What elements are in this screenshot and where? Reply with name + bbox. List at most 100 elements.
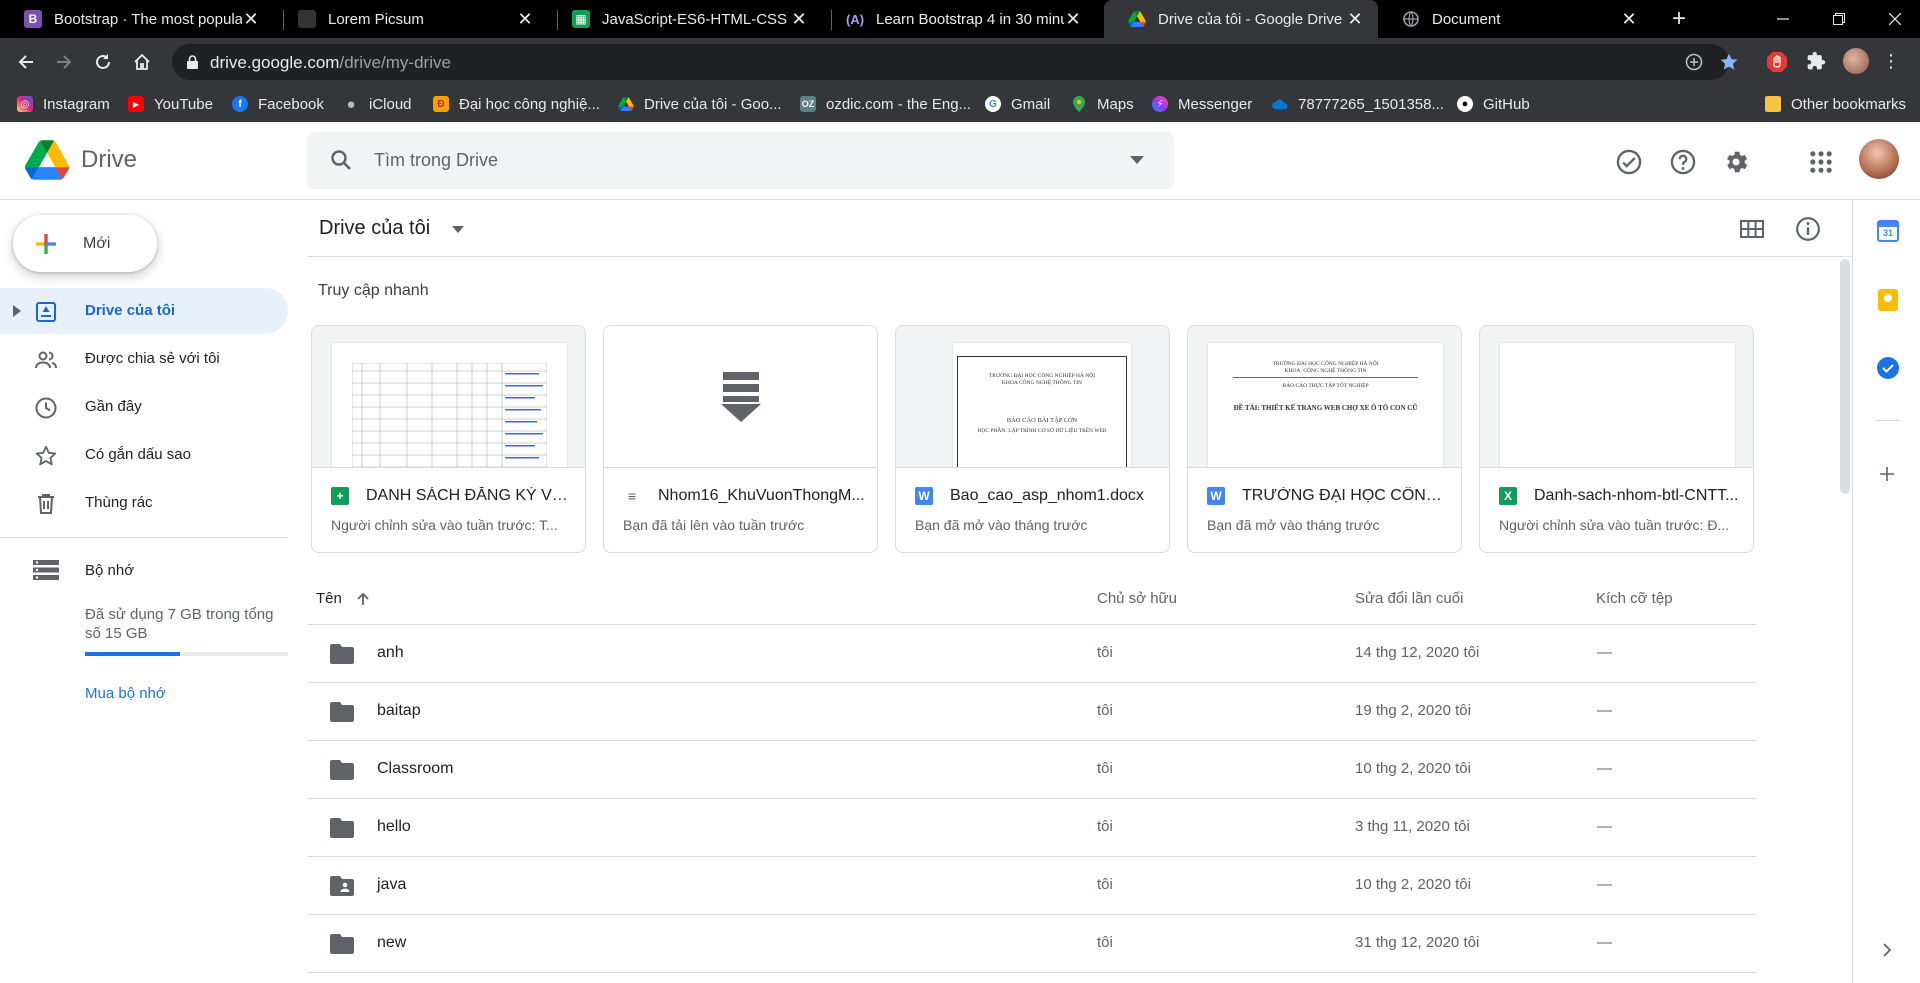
file-row[interactable]: java tôi 10 thg 2, 2020 tôi — xyxy=(307,857,1757,915)
browser-tab-drive[interactable]: Drive của tôi - Google Drive ✕ xyxy=(1104,0,1378,38)
offline-status-icon[interactable] xyxy=(1615,148,1643,176)
storage-label[interactable]: Bộ nhớ xyxy=(85,562,134,579)
account-avatar[interactable] xyxy=(1859,139,1899,179)
nav-my-drive[interactable]: Drive của tôi xyxy=(0,288,288,334)
browser-tab-bootstrap[interactable]: B Bootstrap · The most popular H ✕ xyxy=(0,0,274,38)
settings-gear-icon[interactable] xyxy=(1722,148,1750,176)
nav-recent[interactable]: Gần đây xyxy=(0,384,288,430)
drive-logo-icon[interactable] xyxy=(25,140,69,180)
browser-menu-icon[interactable]: ⋮ xyxy=(1882,50,1900,72)
browser-tab-learn-bootstrap[interactable]: (A) Learn Bootstrap 4 in 30 minute ✕ xyxy=(822,0,1096,38)
vertical-scrollbar-thumb[interactable] xyxy=(1840,259,1850,494)
drive-search-bar[interactable]: Tìm trong Drive xyxy=(307,132,1174,189)
bookmark-facebook[interactable]: f Facebook xyxy=(232,94,324,114)
new-tab-button[interactable]: + xyxy=(1656,0,1702,38)
keep-icon[interactable] xyxy=(1878,289,1898,311)
close-tab-icon[interactable]: ✕ xyxy=(516,9,534,30)
extensions-icon[interactable] xyxy=(1806,51,1828,73)
column-header-owner[interactable]: Chủ sở hữu xyxy=(1097,590,1177,607)
file-row[interactable]: baitap tôi 19 thg 2, 2020 tôi — xyxy=(307,683,1757,741)
other-bookmarks[interactable]: Other bookmarks xyxy=(1765,94,1906,114)
bookmark-label: Đại học công nghiệ... xyxy=(459,95,600,113)
nav-trash[interactable]: Thùng rác xyxy=(0,480,288,526)
help-icon[interactable] xyxy=(1669,148,1697,176)
add-addon-icon[interactable] xyxy=(1879,466,1895,482)
bookmark-drive[interactable]: Drive của tôi - Goo... xyxy=(618,94,782,114)
close-tab-icon[interactable]: ✕ xyxy=(1620,9,1638,30)
word-file-icon: W xyxy=(915,487,933,505)
file-thumbnail: TRƯỜNG ĐẠI HỌC CÔNG NGHIỆP HÀ NỘI KHOA C… xyxy=(896,326,1169,468)
file-row[interactable]: hello tôi 3 thg 11, 2020 tôi — xyxy=(307,799,1757,857)
column-header-size[interactable]: Kích cỡ tệp xyxy=(1596,590,1673,607)
profile-avatar[interactable] xyxy=(1843,48,1869,74)
bookmark-ozdic[interactable]: OZ ozdic.com - the Eng... xyxy=(800,94,971,114)
quick-access-card[interactable]: + DANH SÁCH ĐĂNG KÝ VÉ ... Người chỉnh s… xyxy=(311,325,586,553)
nav-starred[interactable]: Có gắn dấu sao xyxy=(0,432,288,478)
nav-shared-with-me[interactable]: Được chia sẻ với tôi xyxy=(0,336,288,382)
bookmark-maps[interactable]: Maps xyxy=(1071,94,1134,114)
install-app-icon[interactable] xyxy=(1685,53,1703,71)
apps-grid-icon[interactable] xyxy=(1807,148,1835,176)
browser-tab-lorem-picsum[interactable]: Lorem Picsum ✕ xyxy=(274,0,548,38)
browser-tab-javascript-sheet[interactable]: ▦ JavaScript-ES6-HTML-CSS - Go ✕ xyxy=(548,0,822,38)
quick-access-card[interactable]: TRƯỜNG ĐẠI HỌC CÔNG NGHIỆP HÀ NỘI KHOA: … xyxy=(1187,325,1462,553)
main-toolbar: Drive của tôi xyxy=(307,200,1852,257)
back-button[interactable] xyxy=(12,48,40,76)
breadcrumb[interactable]: Drive của tôi xyxy=(319,217,430,240)
search-options-icon[interactable] xyxy=(1130,156,1144,164)
forward-button[interactable] xyxy=(50,48,78,76)
calendar-icon[interactable]: 31 xyxy=(1877,220,1899,242)
file-owner: tôi xyxy=(1097,760,1113,777)
bookmark-youtube[interactable]: ▶ YouTube xyxy=(128,94,213,114)
reload-button[interactable] xyxy=(89,48,117,76)
shared-people-icon xyxy=(35,351,57,369)
quick-access-card[interactable]: ≡ Nhom16_KhuVuonThongM... Bạn đã tải lên… xyxy=(603,325,878,553)
bookmark-icloud[interactable]: ● iCloud xyxy=(343,94,411,114)
close-window-button[interactable] xyxy=(1872,0,1918,38)
close-tab-icon[interactable]: ✕ xyxy=(790,9,808,30)
close-tab-icon[interactable]: ✕ xyxy=(1346,9,1364,30)
bookmark-github[interactable]: ● GitHub xyxy=(1457,94,1530,114)
new-button[interactable]: Mới xyxy=(13,215,157,272)
grid-view-icon[interactable] xyxy=(1740,219,1764,239)
expand-arrow-icon[interactable] xyxy=(13,305,21,317)
bookmark-instagram[interactable]: ◎ Instagram xyxy=(17,94,110,114)
file-size: — xyxy=(1597,702,1612,719)
search-icon[interactable] xyxy=(329,148,353,172)
quick-access-card[interactable]: X Danh-sach-nhom-btl-CNTT... Người chỉnh… xyxy=(1479,325,1754,553)
close-tab-icon[interactable]: ✕ xyxy=(1064,9,1082,30)
file-row[interactable]: anh tôi 14 thg 12, 2020 tôi — xyxy=(307,625,1757,683)
browser-tab-document[interactable]: Document ✕ xyxy=(1378,0,1652,38)
tasks-icon[interactable] xyxy=(1877,357,1899,379)
folder-icon xyxy=(330,934,354,954)
column-header-name[interactable]: Tên xyxy=(316,590,342,607)
file-row[interactable]: new tôi 31 thg 12, 2020 tôi — xyxy=(307,915,1757,973)
info-icon[interactable] xyxy=(1795,216,1821,242)
bookmark-university[interactable]: Đ Đại học công nghiệ... xyxy=(433,94,600,114)
sheets-file-icon: + xyxy=(331,487,349,505)
breadcrumb-dropdown-icon[interactable] xyxy=(452,226,464,233)
search-input[interactable]: Tìm trong Drive xyxy=(374,150,498,171)
quick-access-card[interactable]: TRƯỜNG ĐẠI HỌC CÔNG NGHIỆP HÀ NỘI KHOA C… xyxy=(895,325,1170,553)
sort-ascending-arrow-icon[interactable] xyxy=(355,591,371,607)
browser-toolbar: drive.google.com/drive/my-drive ⋮ xyxy=(0,38,1920,86)
address-bar[interactable]: drive.google.com/drive/my-drive xyxy=(172,44,1738,80)
bookmark-star-icon[interactable] xyxy=(1719,52,1739,72)
document-preview: TRƯỜNG ĐẠI HỌC CÔNG NGHIỆP HÀ NỘI KHOA: … xyxy=(1208,343,1443,467)
file-modified-by: tôi xyxy=(1463,934,1480,951)
buy-storage-link[interactable]: Mua bộ nhớ xyxy=(85,685,166,702)
minimize-button[interactable] xyxy=(1760,0,1806,38)
app-name[interactable]: Drive xyxy=(81,146,137,174)
file-size: — xyxy=(1597,818,1612,835)
bookmark-messenger[interactable]: ⚡ Messenger xyxy=(1152,94,1252,114)
file-row[interactable]: Classroom tôi 10 thg 2, 2020 tôi — xyxy=(307,741,1757,799)
restore-button[interactable] xyxy=(1816,0,1862,38)
column-header-modified[interactable]: Sửa đổi lần cuối xyxy=(1355,590,1463,607)
bookmark-gmail[interactable]: G Gmail xyxy=(985,94,1050,114)
chevron-right-icon[interactable] xyxy=(1882,943,1892,957)
adblock-icon[interactable] xyxy=(1766,51,1788,73)
bookmark-onedrive[interactable]: 78777265_1501358... xyxy=(1272,94,1444,114)
close-tab-icon[interactable]: ✕ xyxy=(242,9,260,30)
doc-line: TRƯỜNG ĐẠI HỌC CÔNG NGHIỆP HÀ NỘI xyxy=(988,373,1096,379)
home-button[interactable] xyxy=(128,48,156,76)
